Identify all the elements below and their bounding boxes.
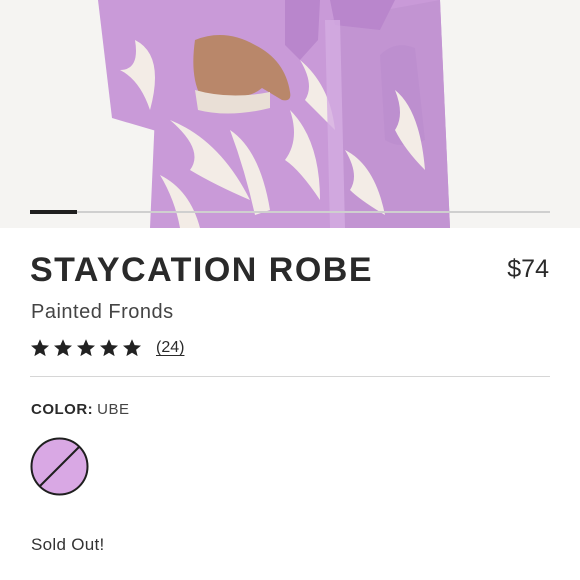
stock-status: Sold Out! bbox=[31, 535, 105, 554]
star-icon bbox=[100, 339, 118, 357]
gallery-progress-indicator bbox=[30, 210, 77, 214]
star-icon bbox=[77, 339, 95, 357]
color-value: UBE bbox=[97, 401, 130, 418]
color-label: COLOR: bbox=[31, 401, 94, 418]
color-swatch-ube[interactable] bbox=[30, 437, 89, 496]
gallery-progress-track bbox=[30, 210, 550, 214]
star-icon bbox=[54, 339, 72, 357]
rating-row: (24) bbox=[30, 337, 184, 359]
reviews-link[interactable]: (24) bbox=[156, 339, 184, 357]
product-image[interactable] bbox=[0, 0, 580, 228]
product-title: STAYCATION ROBE bbox=[30, 251, 374, 289]
product-subtitle: Painted Fronds bbox=[31, 301, 174, 323]
product-price: $74 bbox=[507, 255, 549, 283]
divider bbox=[30, 376, 550, 377]
star-rating bbox=[30, 338, 142, 358]
star-icon bbox=[123, 339, 141, 357]
robe-photo bbox=[0, 0, 580, 228]
color-row: COLOR: UBE bbox=[31, 401, 130, 419]
star-icon bbox=[31, 339, 49, 357]
sold-out-swatch-icon bbox=[30, 437, 89, 496]
